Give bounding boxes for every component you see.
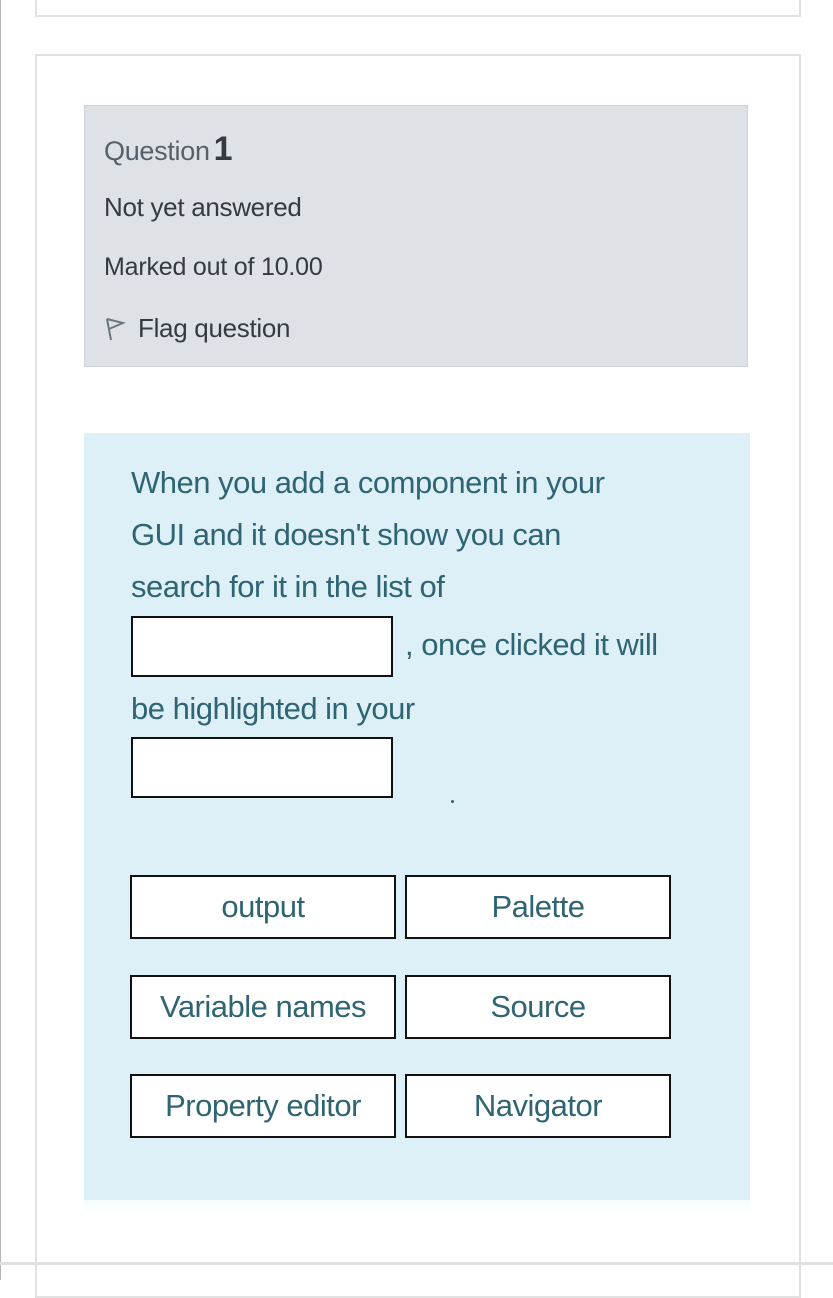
question-label: Question bbox=[104, 136, 210, 166]
question-text-period bbox=[451, 800, 454, 803]
flag-question-label: Flag question bbox=[138, 313, 291, 343]
choice-navigator[interactable]: Navigator bbox=[405, 1074, 671, 1138]
question-info-panel: Question 1 Not yet answered Marked out of… bbox=[84, 105, 748, 367]
question-text-line: be highlighted in your bbox=[131, 691, 415, 726]
question-text-line: GUI and it doesn't show you can bbox=[131, 517, 561, 552]
question-text-line: , once clicked it will bbox=[405, 627, 658, 662]
choice-variable-names[interactable]: Variable names bbox=[130, 975, 396, 1039]
drop-zone-1[interactable] bbox=[131, 616, 393, 677]
question-number: Question 1 bbox=[104, 130, 233, 169]
page-edge bbox=[0, 0, 1, 1280]
choice-source[interactable]: Source bbox=[405, 975, 671, 1039]
question-grade: Marked out of 10.00 bbox=[104, 253, 323, 281]
choice-property-editor[interactable]: Property editor bbox=[130, 1074, 396, 1138]
content-panel-shadow bbox=[84, 1200, 750, 1214]
question-text-line: When you add a component in your bbox=[131, 465, 605, 500]
question-content-panel: When you add a component in your GUI and… bbox=[84, 433, 750, 1200]
next-question-divider bbox=[0, 1262, 833, 1265]
previous-question-card bbox=[35, 0, 801, 17]
question-number-value: 1 bbox=[213, 130, 233, 168]
question-state: Not yet answered bbox=[104, 192, 302, 222]
drop-zone-2[interactable] bbox=[131, 737, 393, 798]
flag-question-button[interactable]: Flag question bbox=[104, 313, 291, 344]
question-text-line: search for it in the list of bbox=[131, 569, 445, 604]
choice-output[interactable]: output bbox=[130, 875, 396, 939]
choice-palette[interactable]: Palette bbox=[405, 875, 671, 939]
flag-outline-icon bbox=[106, 317, 126, 340]
